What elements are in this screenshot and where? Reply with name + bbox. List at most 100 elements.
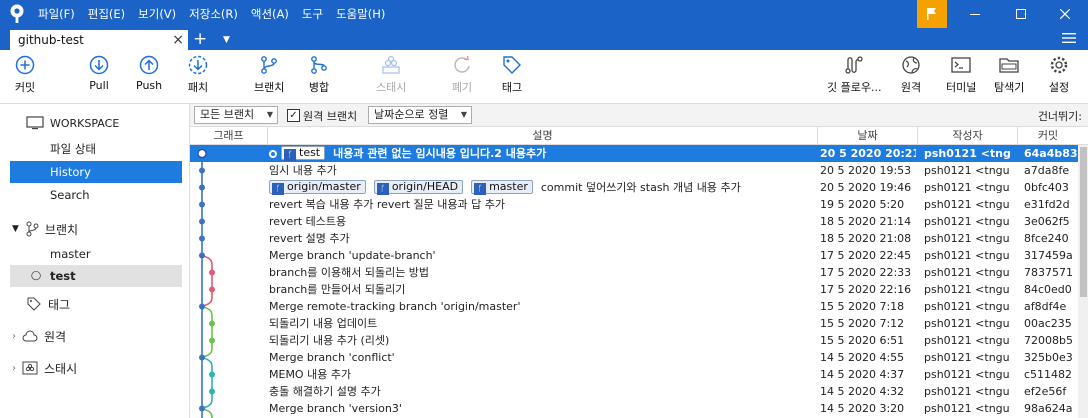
stash-button[interactable]: 스태시: [376, 54, 406, 95]
commit-author: psh0121 <tngus2(: [924, 181, 1010, 194]
minimize-button[interactable]: [952, 0, 998, 28]
commit-row[interactable]: 되돌리기 내용 업데이트 15 5 2020 7:12 psh0121 <tngus…: [190, 315, 1078, 332]
commit-row[interactable]: MEMO 내용 추가 14 5 2020 4:37 psh0121 <tngus2(…: [190, 366, 1078, 383]
tags-header[interactable]: 태그: [0, 293, 190, 315]
sidebar-item-history[interactable]: History: [10, 161, 182, 183]
commit-row[interactable]: ᚴ origin/master ᚴ origin/HEAD ᚴ master commit …: [190, 179, 1078, 196]
commit-row[interactable]: Merge branch 'conflict' 14 5 2020 4:55 psh…: [190, 349, 1078, 366]
merge-label: 병합: [308, 81, 330, 94]
commit-row[interactable]: Merge remote-tracking branch 'origin/mas…: [190, 298, 1078, 315]
commit-button[interactable]: 커밋: [14, 54, 36, 95]
graph-commit-node[interactable]: [199, 184, 205, 191]
graph-commit-node[interactable]: [199, 405, 205, 412]
branches-header[interactable]: ▼ 브랜치: [0, 218, 190, 240]
close-window-button[interactable]: [1042, 0, 1088, 28]
column-header-graph[interactable]: 그래프: [190, 127, 268, 145]
commit-author: psh0121 <tngus2(: [924, 164, 1010, 177]
commit-date: 18 5 2020 21:14: [820, 215, 912, 228]
commit-row[interactable]: Merge branch 'version3' 14 5 2020 3:20 psh…: [190, 400, 1078, 417]
graph-commit-node[interactable]: [209, 269, 215, 276]
merge-button[interactable]: 병합: [308, 54, 330, 95]
sidebar-item-search[interactable]: Search: [10, 184, 182, 206]
branch-label-tag[interactable]: ᚴ origin/HEAD: [373, 180, 464, 195]
tab-close-icon[interactable]: ×: [172, 30, 184, 50]
graph-commit-node[interactable]: [199, 167, 205, 174]
graph-commit-node[interactable]: [197, 148, 207, 159]
sidebar-branch-master[interactable]: master: [10, 243, 182, 265]
commit-date: 19 5 2020 5:20: [820, 198, 905, 211]
menu-edit[interactable]: 편집(E): [88, 6, 125, 22]
sort-order-select[interactable]: 날짜순으로 정렬 ▼: [368, 106, 472, 124]
column-header-date[interactable]: 날짜: [818, 127, 918, 145]
column-header-message[interactable]: 설명: [268, 127, 818, 145]
graph-commit-node[interactable]: [209, 337, 215, 344]
push-button[interactable]: Push: [136, 54, 162, 92]
branch-button[interactable]: 브랜치: [254, 54, 284, 95]
commit-row[interactable]: revert 테스트용 18 5 2020 21:14 psh0121 <tngus…: [190, 213, 1078, 230]
vertical-scrollbar[interactable]: [1078, 145, 1088, 418]
remotes-header[interactable]: › 원격: [0, 325, 190, 347]
sidebar-branch-test[interactable]: ◯ test: [10, 265, 182, 287]
remote-branches-label: 원격 브랜치: [303, 110, 358, 123]
hamburger-menu-icon[interactable]: [1062, 32, 1076, 44]
current-branch-icon: ◯: [31, 271, 42, 281]
branch-label-tag[interactable]: ᚴ test: [281, 146, 326, 161]
sidebar-item-file-status[interactable]: 파일 상태: [10, 138, 182, 160]
commit-date: 17 5 2020 22:16: [820, 283, 912, 296]
tag-button[interactable]: 태그: [501, 54, 523, 95]
menu-repository[interactable]: 저장소(R): [189, 6, 238, 22]
graph-commit-node[interactable]: [209, 388, 215, 395]
graph-commit-node[interactable]: [199, 201, 205, 208]
graph-commit-node[interactable]: [209, 320, 215, 327]
commit-hash: 3e062f5: [1024, 215, 1070, 228]
commit-row[interactable]: 임시 내용 추가 20 5 2020 19:53 psh0121 <tngus2(a…: [190, 162, 1078, 179]
commit-author: psh0121 <tngus2(: [924, 334, 1010, 347]
menu-file[interactable]: 파일(F): [38, 6, 75, 22]
remote-branches-checkbox[interactable]: ✓: [287, 109, 300, 122]
explorer-button[interactable]: 탐색기: [994, 54, 1024, 95]
tab-dropdown-icon[interactable]: ▼: [223, 30, 230, 50]
commit-row[interactable]: revert 복습 내용 추가 revert 질문 내용과 답 추가 19 5 2…: [190, 196, 1078, 213]
commit-row[interactable]: revert 설명 추가 18 5 2020 21:08 psh0121 <tngu…: [190, 230, 1078, 247]
commit-row[interactable]: branch를 이용해서 되돌리는 방법 17 5 2020 22:33 psh01…: [190, 264, 1078, 281]
settings-label: 설정: [1048, 81, 1070, 94]
graph-commit-node[interactable]: [199, 218, 205, 225]
explorer-label: 탐색기: [994, 81, 1025, 94]
maximize-icon: [1016, 9, 1026, 19]
stashes-header[interactable]: › 스태시: [0, 357, 190, 379]
remote-button[interactable]: 원격: [900, 54, 922, 95]
column-header-commit[interactable]: 커밋: [1018, 127, 1078, 145]
maximize-button[interactable]: [998, 0, 1044, 28]
commit-row[interactable]: Merge branch 'update-branch' 17 5 2020 22…: [190, 247, 1078, 264]
column-header-author[interactable]: 작성자: [918, 127, 1018, 145]
branch-label-tag[interactable]: ᚴ master: [471, 180, 533, 195]
git-flow-button[interactable]: 깃 플로우...: [827, 54, 881, 95]
branch-filter-select[interactable]: 모든 브랜치 ▼: [194, 106, 278, 124]
menu-actions[interactable]: 액션(A): [251, 6, 289, 22]
menu-tools[interactable]: 도구: [302, 6, 323, 22]
settings-button[interactable]: 설정: [1048, 54, 1070, 95]
graph-commit-node[interactable]: [209, 286, 215, 293]
scrollbar-thumb[interactable]: [1080, 147, 1087, 297]
tab-repository[interactable]: github-test ×: [10, 30, 188, 50]
notification-flag-button[interactable]: [917, 0, 947, 28]
branch-label-tag[interactable]: ᚴ origin/master: [269, 180, 366, 195]
commit-row[interactable]: ᚴ test 내용과 관련 없는 임시내용 입니다.2 내용추가 20 5 2020 …: [190, 145, 1078, 162]
graph-commit-node[interactable]: [199, 235, 205, 242]
menu-help[interactable]: 도움말(H): [336, 6, 385, 22]
terminal-button[interactable]: 터미널: [946, 54, 976, 95]
commit-row[interactable]: 되돌리기 내용 추가 (리셋) 15 5 2020 6:51 psh0121 <tn…: [190, 332, 1078, 349]
new-tab-button[interactable]: +: [193, 29, 207, 49]
discard-button[interactable]: 폐기: [451, 54, 473, 95]
pull-button[interactable]: Pull: [88, 54, 110, 92]
commit-row[interactable]: 충돌 해결하기 설명 추가 14 5 2020 4:32 psh0121 <tngu…: [190, 383, 1078, 400]
graph-commit-node[interactable]: [199, 252, 205, 259]
commit-row[interactable]: branch를 만들어서 되돌리기 17 5 2020 22:16 psh0121 …: [190, 281, 1078, 298]
menu-view[interactable]: 보기(V): [138, 6, 176, 22]
fetch-button[interactable]: 패치: [187, 54, 209, 95]
graph-commit-node[interactable]: [209, 371, 215, 378]
graph-commit-node[interactable]: [199, 303, 205, 310]
commit-date: 20 5 2020 19:53: [820, 164, 912, 177]
graph-commit-node[interactable]: [199, 354, 205, 361]
commit-date: 14 5 2020 4:55: [820, 351, 905, 364]
